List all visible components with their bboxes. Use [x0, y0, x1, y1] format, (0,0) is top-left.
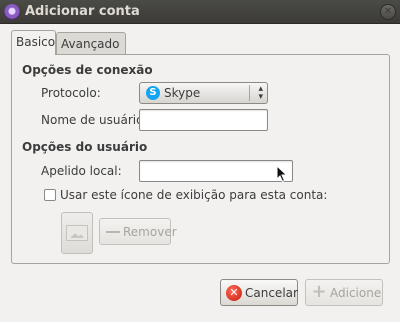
add-button[interactable]: + Adicione	[305, 279, 383, 306]
remove-icon	[106, 231, 120, 233]
connection-options-heading: Opções de conexão	[22, 63, 153, 77]
combo-divider	[249, 85, 250, 101]
tab-label: Avançado	[61, 37, 120, 51]
tab-label: Basico	[16, 35, 56, 49]
remove-label: Remover	[123, 225, 177, 239]
use-icon-label[interactable]: Usar este ícone de exibição para esta co…	[60, 188, 327, 202]
remove-icon-button[interactable]: Remover	[99, 218, 177, 245]
window-title: Adicionar conta	[25, 4, 140, 19]
cancel-icon: ✕	[226, 285, 242, 301]
protocol-combobox[interactable]: S Skype ▴ ▾	[139, 82, 268, 104]
tab-avancado[interactable]: Avançado	[56, 32, 126, 54]
mouse-cursor-icon	[276, 165, 288, 183]
close-window-button[interactable]: ✕	[380, 4, 396, 20]
user-options-heading: Opções do usuário	[22, 140, 148, 154]
buddy-icon-preview	[61, 212, 93, 254]
tab-basico[interactable]: Basico	[11, 30, 56, 55]
alias-field[interactable]	[139, 160, 293, 182]
cancel-label: Cancelar	[245, 286, 298, 300]
use-icon-checkbox[interactable]	[44, 189, 56, 201]
username-label: Nome de usuário:	[41, 113, 148, 127]
image-placeholder-icon	[66, 225, 88, 241]
username-field[interactable]	[139, 109, 268, 131]
protocol-label: Protocolo:	[41, 86, 101, 100]
add-icon: +	[311, 281, 327, 302]
alias-label: Apelido local:	[41, 164, 122, 178]
skype-icon: S	[146, 86, 160, 100]
updown-arrows-icon: ▴ ▾	[258, 84, 263, 102]
title-bar: Adicionar conta ✕	[0, 0, 400, 24]
add-label: Adicione	[330, 286, 382, 300]
protocol-value: Skype	[164, 86, 201, 100]
cancel-button[interactable]: ✕ Cancelar	[220, 279, 298, 306]
pidgin-app-icon	[4, 4, 20, 20]
